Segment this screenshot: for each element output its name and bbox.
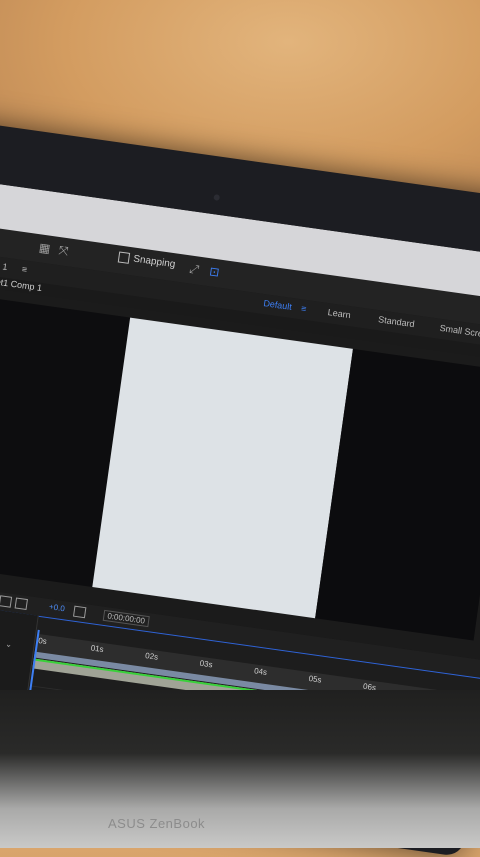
pin-icon[interactable]: ✎	[0, 233, 2, 249]
tick-2: 02s	[144, 651, 159, 662]
camera-icon[interactable]	[72, 605, 87, 619]
current-timecode[interactable]: 0:00:00:00	[102, 609, 150, 628]
tick-5: 05s	[308, 674, 323, 685]
tick-0: 0s	[37, 636, 48, 647]
tab-menu-icon[interactable]: ≡	[21, 264, 28, 275]
workspace-menu-icon[interactable]: ≡	[300, 303, 307, 314]
comp-tab[interactable]: Comp 1	[0, 258, 8, 272]
grid-icon[interactable]: ▦	[38, 240, 54, 256]
workspace-small-screen[interactable]: Small Scre	[439, 323, 480, 339]
snapping-label: Snapping	[132, 253, 176, 271]
laptop-brand: ASUS ZenBook	[108, 816, 206, 831]
target-icon[interactable]: ⊡	[208, 264, 224, 280]
workspace-default[interactable]: Default	[263, 298, 293, 312]
exposure-value[interactable]: +0.0	[49, 602, 66, 613]
tick-3: 03s	[199, 658, 214, 670]
chevron-down-icon[interactable]: ⌄	[5, 639, 13, 649]
workspace-standard[interactable]: Standard	[378, 314, 416, 329]
snapping-toggle[interactable]: Snapping	[117, 251, 176, 271]
webcam	[213, 194, 221, 201]
laptop-bezel	[0, 690, 480, 848]
color-icon[interactable]	[14, 597, 28, 611]
channel-icon[interactable]	[0, 595, 13, 608]
tick-1: 01s	[90, 643, 105, 655]
workspace-learn[interactable]: Learn	[327, 307, 351, 320]
snapping-checkbox[interactable]	[117, 251, 131, 264]
tick-4: 04s	[253, 666, 268, 678]
expand-icon[interactable]: ⤢	[189, 261, 205, 277]
axis-icon[interactable]: ⤧	[58, 243, 74, 259]
viewer-white-panel	[92, 317, 353, 619]
